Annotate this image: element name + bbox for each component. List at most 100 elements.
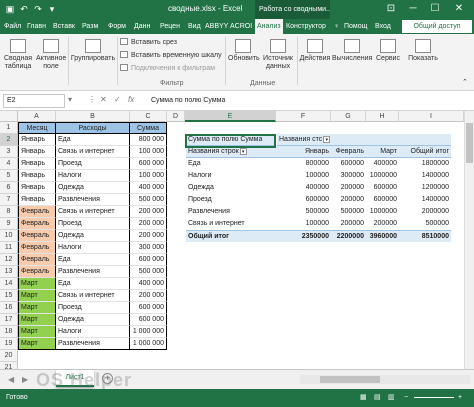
- table-cell[interactable]: 400 000: [130, 182, 167, 194]
- column-header-a[interactable]: A: [18, 111, 56, 122]
- pivot-grand-total-cell[interactable]: 8510000: [399, 230, 451, 242]
- tab-home[interactable]: Главн: [25, 19, 48, 34]
- table-header-cell[interactable]: Расходы: [56, 122, 130, 134]
- table-cell[interactable]: Март: [18, 278, 56, 290]
- table-cell[interactable]: Январь: [18, 194, 56, 206]
- table-cell[interactable]: Налоги: [56, 242, 130, 254]
- table-cell[interactable]: 600 000: [130, 254, 167, 266]
- minimize-button[interactable]: ─: [406, 2, 420, 16]
- filter-connections-button[interactable]: Подключения к фильтрам: [120, 64, 215, 74]
- worksheet-grid[interactable]: ABCDEFGHI 1 2 3 4 5 6 7 8 9 10 11 12 13 14 15 16 17 18 19 2…: [0, 111, 474, 369]
- pivot-value-cell[interactable]: 2000000: [399, 206, 451, 218]
- pivot-value-cell[interactable]: 1200000: [399, 182, 451, 194]
- column-header-c[interactable]: C: [130, 111, 167, 122]
- table-cell[interactable]: Январь: [18, 146, 56, 158]
- row-header[interactable]: 3: [0, 146, 18, 158]
- enter-icon[interactable]: ✓: [114, 95, 121, 104]
- row-header[interactable]: 17: [0, 314, 18, 326]
- column-header-e[interactable]: E: [185, 111, 276, 122]
- zoom-in-icon[interactable]: +: [458, 389, 462, 407]
- table-cell[interactable]: Февраль: [18, 218, 56, 230]
- table-cell[interactable]: 200 000: [130, 230, 167, 242]
- cancel-icon[interactable]: ✕: [100, 95, 107, 104]
- row-header[interactable]: 19: [0, 338, 18, 350]
- pivot-grand-total-cell[interactable]: 2200000: [331, 230, 366, 242]
- table-cell[interactable]: Связь и интернет: [56, 146, 130, 158]
- table-cell[interactable]: 300 000: [130, 242, 167, 254]
- table-cell[interactable]: 600 000: [130, 302, 167, 314]
- pivot-row-label[interactable]: Проезд: [186, 194, 276, 206]
- table-cell[interactable]: 600 000: [130, 314, 167, 326]
- table-cell[interactable]: 500 000: [130, 194, 167, 206]
- table-cell[interactable]: Март: [18, 302, 56, 314]
- table-cell[interactable]: Январь: [18, 170, 56, 182]
- tab-data[interactable]: Данн: [132, 19, 152, 34]
- pivot-grand-total-cell[interactable]: 3960000: [366, 230, 399, 242]
- pivot-column-header[interactable]: Январь: [276, 146, 331, 158]
- pivot-value-cell[interactable]: 1000000: [366, 206, 399, 218]
- table-cell[interactable]: 100 000: [130, 170, 167, 182]
- table-cell[interactable]: 600 000: [130, 158, 167, 170]
- formula-input[interactable]: Сумма по полю Сумма: [148, 94, 470, 108]
- close-button[interactable]: ✕: [452, 2, 466, 16]
- insert-timeline-button[interactable]: Вставить временную шкалу: [120, 51, 222, 61]
- insert-slicer-button[interactable]: Вставить срез: [120, 38, 177, 48]
- table-cell[interactable]: Налоги: [56, 326, 130, 338]
- table-cell[interactable]: Январь: [18, 182, 56, 194]
- tab-acrobat[interactable]: ACROI: [228, 19, 254, 34]
- pivot-table-button[interactable]: Сводная таблица: [1, 39, 35, 71]
- pivot-row-labels[interactable]: Названия строк ▾: [186, 146, 276, 158]
- table-cell[interactable]: Февраль: [18, 206, 56, 218]
- table-header-cell[interactable]: Сумма: [130, 122, 167, 134]
- scroll-thumb[interactable]: [466, 123, 473, 163]
- pivot-value-cell[interactable]: 1800000: [399, 158, 451, 170]
- table-cell[interactable]: 1 000 000: [130, 338, 167, 350]
- pivot-column-labels[interactable]: Названия стс ▾: [277, 134, 339, 146]
- table-cell[interactable]: Еда: [56, 278, 130, 290]
- calculations-button[interactable]: Вычисления: [332, 39, 372, 63]
- pivot-header-fill[interactable]: [399, 134, 451, 146]
- pivot-value-cell[interactable]: 1400000: [399, 194, 451, 206]
- table-cell[interactable]: Проезд: [56, 218, 130, 230]
- help-search[interactable]: Помощ: [344, 19, 367, 34]
- table-cell[interactable]: Развлечения: [56, 338, 130, 350]
- row-header[interactable]: 10: [0, 230, 18, 242]
- table-cell[interactable]: 1 000 000: [130, 326, 167, 338]
- column-header-h[interactable]: H: [366, 111, 399, 122]
- pivot-column-header[interactable]: Общий итог: [399, 146, 451, 158]
- sign-in-link[interactable]: Вход: [375, 19, 391, 34]
- refresh-button[interactable]: Обновить: [228, 39, 260, 63]
- pivot-value-cell[interactable]: 800000: [276, 158, 331, 170]
- pivot-value-cell[interactable]: 500000: [399, 218, 451, 230]
- pivot-value-cell[interactable]: 400000: [276, 182, 331, 194]
- pivot-column-header[interactable]: Февраль: [331, 146, 366, 158]
- share-button[interactable]: Общий доступ: [402, 20, 472, 33]
- row-header[interactable]: 7: [0, 194, 18, 206]
- pivot-grand-total-cell[interactable]: 2350000: [276, 230, 331, 242]
- table-cell[interactable]: Февраль: [18, 266, 56, 278]
- table-cell[interactable]: Март: [18, 314, 56, 326]
- pivot-value-cell[interactable]: 200000: [331, 194, 366, 206]
- row-header[interactable]: 5: [0, 170, 18, 182]
- row-header[interactable]: 1: [0, 122, 18, 134]
- vertical-scrollbar[interactable]: [464, 111, 474, 369]
- row-header[interactable]: 9: [0, 218, 18, 230]
- filter-dropdown-icon[interactable]: ▾: [239, 147, 247, 155]
- tab-layout[interactable]: Разм: [80, 19, 100, 34]
- table-cell[interactable]: Налоги: [56, 170, 130, 182]
- pivot-value-cell[interactable]: 500000: [331, 206, 366, 218]
- tab-insert[interactable]: Вставк: [51, 19, 77, 34]
- pivot-value-cell[interactable]: 200000: [366, 218, 399, 230]
- pivot-value-cell[interactable]: 600000: [276, 194, 331, 206]
- name-box[interactable]: E2: [3, 94, 65, 108]
- row-header[interactable]: 21: [0, 362, 18, 369]
- zoom-slider[interactable]: [414, 397, 454, 398]
- table-cell[interactable]: Связь и интернет: [56, 290, 130, 302]
- pivot-row-label[interactable]: Развлечения: [186, 206, 276, 218]
- table-cell[interactable]: Проезд: [56, 158, 130, 170]
- pivot-value-field-label[interactable]: Сумма по полю Сумма: [186, 134, 276, 146]
- next-sheet-icon[interactable]: ▶: [22, 375, 28, 384]
- pivot-value-cell[interactable]: 400000: [366, 158, 399, 170]
- table-header-cell[interactable]: Месяц: [18, 122, 56, 134]
- insert-function-icon[interactable]: fx: [128, 95, 134, 104]
